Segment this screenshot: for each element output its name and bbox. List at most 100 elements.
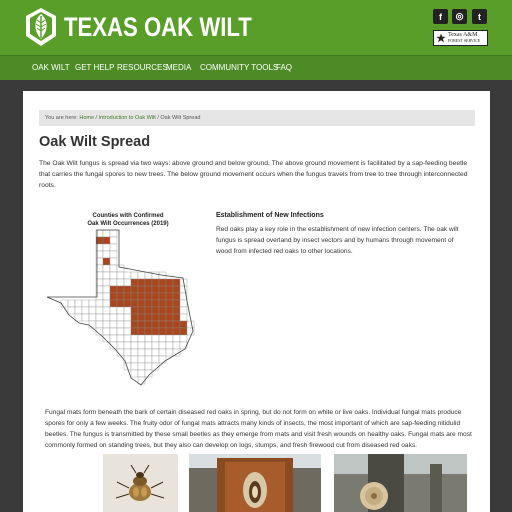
county-cell: [158, 355, 167, 364]
county-cell: [102, 271, 111, 280]
county-cell: [102, 313, 111, 322]
county-cell: [102, 229, 111, 238]
county-cell: [151, 341, 160, 350]
county-cell: [130, 327, 139, 336]
county-cell: [137, 278, 146, 287]
nav-item-resources[interactable]: RESOURCES: [117, 63, 168, 72]
county-cell: [144, 341, 153, 350]
county-cell: [137, 376, 146, 385]
county-cell: [109, 278, 118, 287]
section-paragraph: Red oaks play a key role in the establis…: [216, 226, 459, 255]
breadcrumb-current: Oak Wilt Spread: [160, 115, 201, 121]
twitter-glyph: t: [478, 11, 481, 22]
county-cell: [123, 299, 132, 308]
instagram-glyph: ◎: [455, 11, 464, 21]
county-cell: [179, 299, 188, 308]
county-cell: [151, 271, 160, 280]
county-cell: [151, 306, 160, 315]
county-cell: [74, 306, 83, 315]
county-cell: [179, 327, 188, 336]
county-cell: [116, 306, 125, 315]
county-cell: [88, 306, 97, 315]
facebook-glyph: f: [439, 11, 442, 22]
instagram-icon[interactable]: ◎: [452, 9, 467, 24]
county-cell: [109, 257, 118, 266]
twitter-icon[interactable]: t: [472, 9, 487, 24]
oak-leaf-logo-icon[interactable]: [24, 6, 58, 48]
county-cell: [67, 299, 76, 308]
county-cell: [151, 348, 160, 357]
county-cell: [172, 285, 181, 294]
facebook-icon[interactable]: f: [433, 9, 448, 24]
county-cell: [130, 355, 139, 364]
county-cell: [165, 285, 174, 294]
county-cell: [151, 285, 160, 294]
county-cell: [144, 285, 153, 294]
county-cell: [137, 285, 146, 294]
county-cell: [144, 348, 153, 357]
county-cell: [179, 306, 188, 315]
county-cell: [130, 334, 139, 343]
county-cell: [95, 306, 104, 315]
breadcrumb-parent-link[interactable]: Introduction to Oak Wilt: [99, 115, 156, 121]
nav-item-oak-wilt[interactable]: OAK WILT: [32, 63, 70, 72]
county-cell: [165, 348, 174, 357]
county-cell: [158, 327, 167, 336]
beetle-photo[interactable]: [103, 454, 178, 512]
texas-county-map[interactable]: [45, 211, 210, 391]
county-cell: [172, 334, 181, 343]
county-cell: [165, 320, 174, 329]
nav-item-media[interactable]: MEDIA: [166, 63, 191, 72]
county-cell: [109, 271, 118, 280]
county-cell: [109, 334, 118, 343]
county-cell: [165, 306, 174, 315]
county-cell: [123, 327, 132, 336]
county-cell: [116, 327, 125, 336]
county-cell: [137, 334, 146, 343]
county-cell: [151, 278, 160, 287]
county-cell: [144, 278, 153, 287]
county-cell: [137, 355, 146, 364]
county-cell: [102, 236, 111, 245]
county-cell: [102, 243, 111, 252]
county-cell: [130, 362, 139, 371]
county-cell: [130, 369, 139, 378]
site-title[interactable]: TEXAS OAK WILT: [64, 12, 252, 42]
texas-am-forest-service-logo[interactable]: Texas A&M FOREST SERVICE: [433, 30, 488, 46]
nav-item-community-tools[interactable]: COMMUNITY TOOLS: [200, 63, 278, 72]
county-cell: [102, 306, 111, 315]
county-cell: [109, 236, 118, 245]
firewood-photo[interactable]: [334, 454, 467, 512]
county-cell: [116, 299, 125, 308]
county-cell: [172, 313, 181, 322]
county-cell: [172, 292, 181, 301]
breadcrumb-home-link[interactable]: Home: [79, 115, 94, 121]
county-cell: [165, 299, 174, 308]
fungal-mat-photo[interactable]: [189, 454, 321, 512]
county-cell: [88, 313, 97, 322]
county-cell: [74, 313, 83, 322]
county-cell: [144, 299, 153, 308]
county-cell: [95, 320, 104, 329]
county-cell: [102, 264, 111, 273]
page-title: Oak Wilt Spread: [39, 134, 151, 150]
county-cell: [116, 334, 125, 343]
county-cell: [95, 313, 104, 322]
county-cell: [158, 334, 167, 343]
county-cell: [144, 313, 153, 322]
nav-item-faq[interactable]: FAQ: [276, 63, 292, 72]
nav-item-get-help[interactable]: GET HELP: [75, 63, 114, 72]
county-cell: [179, 313, 188, 322]
county-cell: [151, 327, 160, 336]
county-cell: [144, 292, 153, 301]
intro-paragraph: The Oak Wilt fungus is spread via two wa…: [39, 160, 468, 189]
county-cell: [123, 292, 132, 301]
county-cell: [81, 299, 90, 308]
county-cell: [81, 306, 90, 315]
county-cell: [130, 320, 139, 329]
county-cell: [158, 278, 167, 287]
county-cell: [144, 334, 153, 343]
site-header: TEXAS OAK WILT f ◎ t Texas A&M FOREST SE…: [0, 0, 512, 55]
county-cell: [130, 299, 139, 308]
county-cell: [137, 271, 146, 280]
